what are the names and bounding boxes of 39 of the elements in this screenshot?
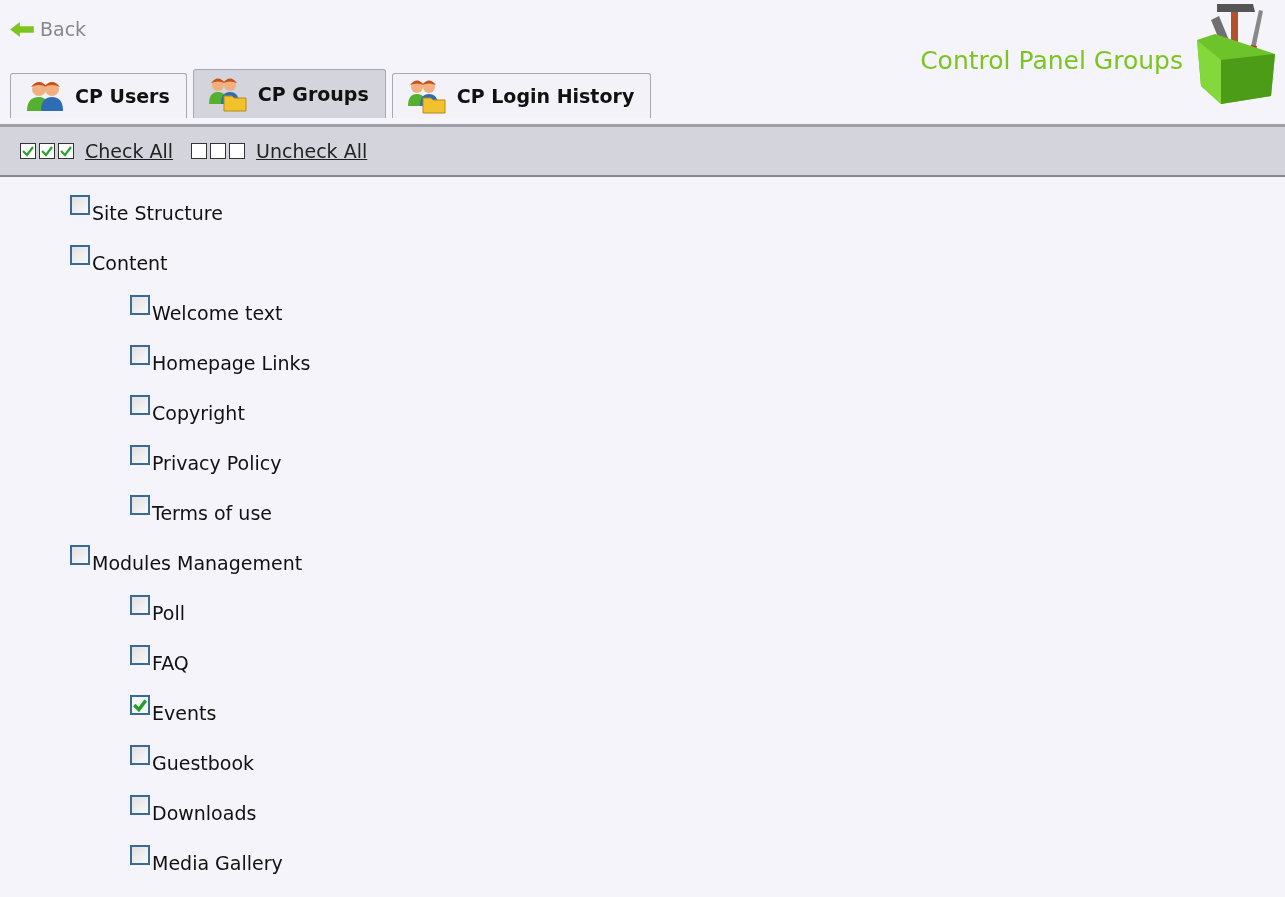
permission-label: Homepage Links <box>152 352 311 374</box>
permission-label: Copyright <box>152 402 245 424</box>
permission-label: Media Gallery <box>152 852 283 874</box>
page-title: Control Panel Groups <box>920 46 1183 75</box>
check-all-link[interactable]: Check All <box>85 140 174 162</box>
tab[interactable]: CP Users <box>10 73 187 118</box>
arrow-left-icon <box>10 21 34 37</box>
permission-label: Events <box>152 702 217 724</box>
checkbox[interactable] <box>130 695 150 715</box>
permission-label: Modules Management <box>92 552 303 574</box>
permission-label: Welcome text <box>152 302 283 324</box>
people-icon <box>25 79 65 113</box>
permission-label: Poll <box>152 602 185 624</box>
checkbox[interactable] <box>130 795 150 815</box>
checkbox[interactable] <box>130 845 150 865</box>
checkbox[interactable] <box>130 295 150 315</box>
checkbox[interactable] <box>130 395 150 415</box>
checkbox[interactable] <box>130 345 150 365</box>
checkbox[interactable] <box>130 495 150 515</box>
checkbox[interactable] <box>130 645 150 665</box>
checkbox[interactable] <box>70 545 90 565</box>
permission-label: Guestbook <box>152 752 255 774</box>
checked-boxes-icon <box>20 143 77 159</box>
checkbox[interactable] <box>130 745 150 765</box>
permission-label: Terms of use <box>152 502 272 524</box>
permission-label: FAQ <box>152 652 189 674</box>
permission-label: Downloads <box>152 802 257 824</box>
checkbox[interactable] <box>70 195 90 215</box>
permission-label: Content <box>92 252 168 274</box>
checkbox[interactable] <box>130 595 150 615</box>
people-folder-icon <box>207 76 248 112</box>
tab[interactable]: CP Login History <box>391 73 652 118</box>
uncheck-all-link[interactable]: Uncheck All <box>256 140 368 162</box>
people-folder-icon <box>406 78 447 114</box>
checkbox[interactable] <box>70 245 90 265</box>
permission-label: Privacy Policy <box>152 452 282 474</box>
tab[interactable]: CP Groups <box>192 69 386 118</box>
permission-label: Site Structure <box>92 202 223 224</box>
checkbox[interactable] <box>130 445 150 465</box>
